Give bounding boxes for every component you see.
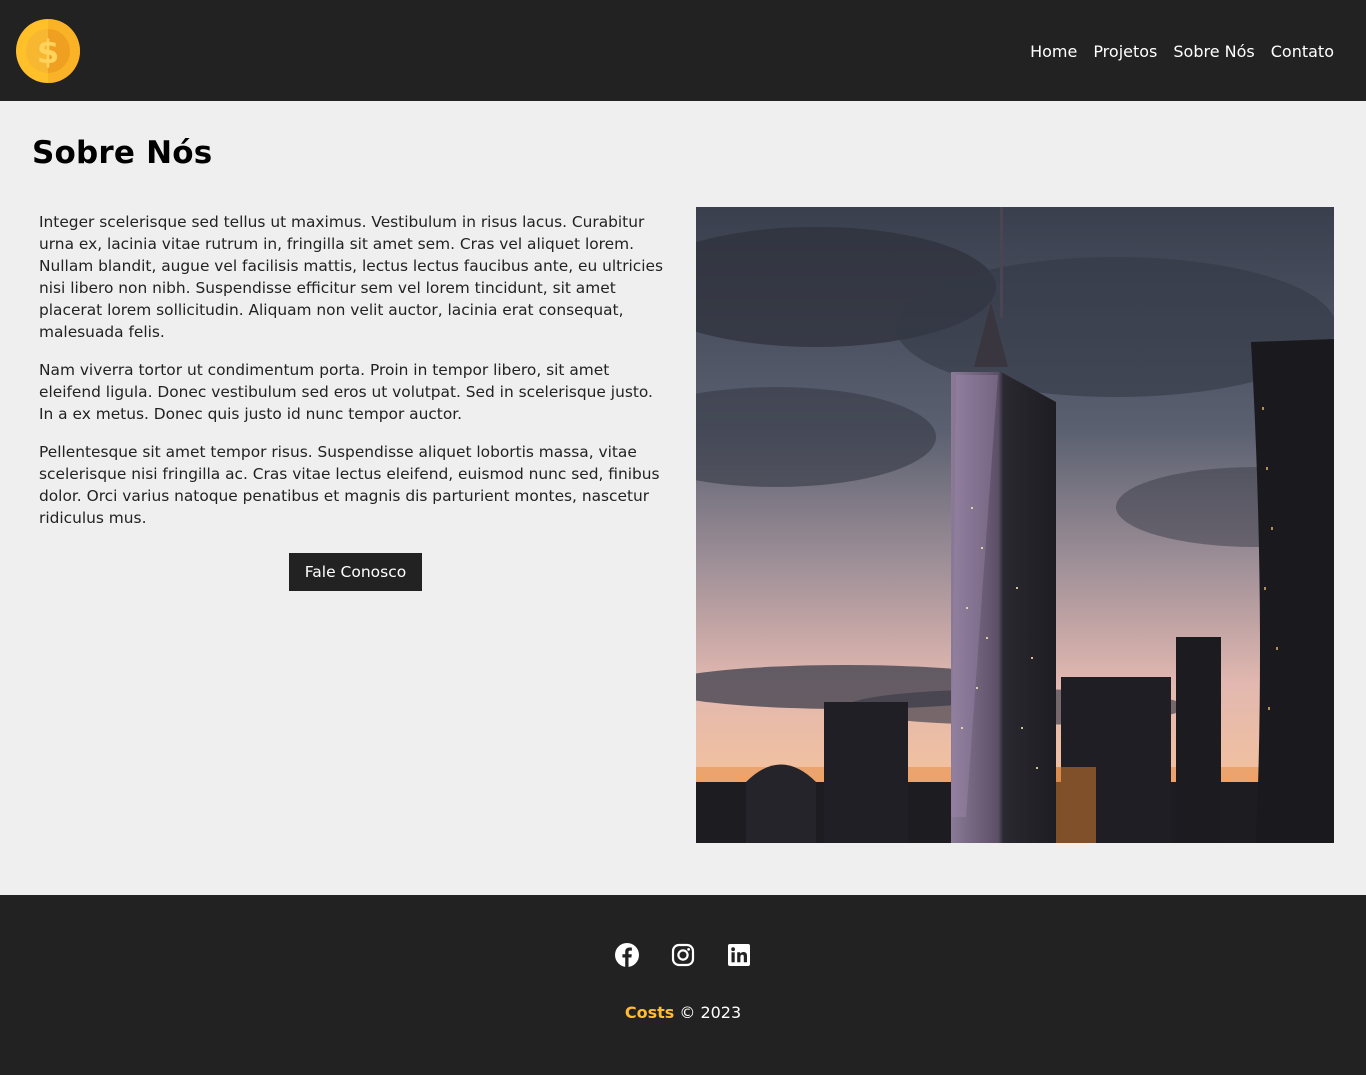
nav-item-contato: Contato	[1271, 42, 1334, 61]
coin-dollar-icon[interactable]: $	[16, 18, 80, 83]
nav-link-home[interactable]: Home	[1030, 42, 1077, 61]
about-paragraph-3: Pellentesque sit amet tempor risus. Susp…	[39, 443, 660, 527]
nav-item-sobre: Sobre Nós	[1173, 42, 1254, 61]
linkedin-icon[interactable]	[727, 943, 751, 967]
facebook-icon[interactable]	[615, 943, 639, 967]
about-paragraph-1: Integer scelerisque sed tellus ut maximu…	[39, 213, 664, 341]
footer: Costs © 2023	[0, 895, 1366, 1075]
copyright-year: © 2023	[679, 1003, 742, 1022]
nav-list: Home Projetos Sobre Nós Contato	[1014, 42, 1334, 61]
copyright-text: Costs © 2023	[625, 1003, 741, 1022]
navbar: $ Home Projetos Sobre Nós Contato	[0, 0, 1366, 101]
nav-item-projetos: Projetos	[1093, 42, 1157, 61]
nav-item-home: Home	[1030, 42, 1077, 61]
social-list	[615, 943, 751, 967]
instagram-icon[interactable]	[671, 943, 695, 967]
city-skyline-photo	[696, 207, 1334, 843]
page-title: Sobre Nós	[32, 135, 213, 171]
about-section: Integer scelerisque sed tellus ut maximu…	[32, 207, 1334, 843]
about-text: Integer scelerisque sed tellus ut maximu…	[32, 211, 672, 843]
about-paragraph-2: Nam viverra tortor ut condimentum porta.…	[39, 361, 653, 423]
main-content: Sobre Nós Integer scelerisque sed tellus…	[0, 101, 1366, 895]
main-nav: Home Projetos Sobre Nós Contato	[1014, 40, 1334, 61]
nav-link-projetos[interactable]: Projetos	[1093, 42, 1157, 61]
brand-name: Costs	[624, 1003, 675, 1022]
button-wrapper: Fale Conosco	[39, 553, 672, 591]
nav-link-contato[interactable]: Contato	[1271, 42, 1334, 61]
svg-text:$: $	[37, 33, 59, 71]
nav-link-sobre[interactable]: Sobre Nós	[1173, 42, 1254, 61]
contact-button[interactable]: Fale Conosco	[288, 553, 423, 591]
